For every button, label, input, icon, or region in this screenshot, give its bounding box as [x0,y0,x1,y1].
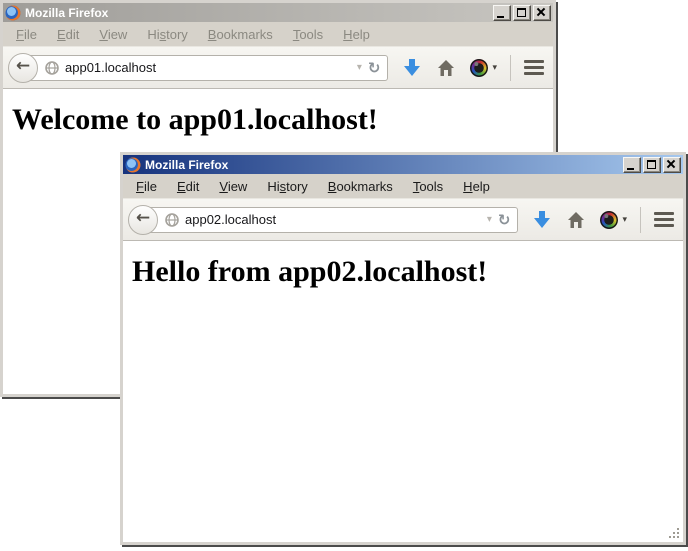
title-bar[interactable]: Mozilla Firefox [123,155,683,174]
color-wheel-icon [600,211,618,229]
download-arrow-icon [403,58,421,77]
url-bar[interactable]: app01.localhost ▾ ↻ [22,55,388,81]
resize-grip-icon[interactable] [668,527,682,541]
menu-item-file[interactable]: File [7,24,46,45]
home-icon [436,58,456,77]
firefox-logo-icon [125,157,141,173]
page-heading: Hello from app02.localhost! [132,255,674,289]
window-controls [623,157,681,173]
menu-bar: FileEditViewHistoryBookmarksToolsHelp [123,174,683,199]
home-icon [566,210,586,229]
minimize-button[interactable] [493,5,511,21]
menu-item-help[interactable]: Help [334,24,379,45]
window-title: Mozilla Firefox [25,6,489,20]
maximize-icon [647,160,656,169]
menu-item-edit[interactable]: Edit [48,24,88,45]
home-button[interactable] [566,210,586,229]
hamburger-menu-button[interactable] [652,210,676,229]
minimize-icon [497,16,504,18]
back-button[interactable]: ← [8,53,38,83]
back-button[interactable]: ← [128,205,158,235]
chevron-down-icon: ▾ [492,62,497,73]
page-content: Hello from app02.localhost! [123,241,683,542]
download-arrow-icon [533,210,551,229]
window-title: Mozilla Firefox [145,158,619,172]
minimize-icon [627,168,634,170]
globe-icon [45,61,59,75]
chevron-down-icon: ▾ [622,214,627,225]
firefox-logo-icon [5,5,21,21]
menu-item-file[interactable]: File [127,176,166,197]
maximize-icon [517,8,526,17]
url-bar[interactable]: app02.localhost ▾ ↻ [142,207,518,233]
menu-item-help[interactable]: Help [454,176,499,197]
download-button[interactable] [533,210,551,229]
home-button[interactable] [436,58,456,77]
minimize-button[interactable] [623,157,641,173]
title-bar[interactable]: Mozilla Firefox [3,3,553,22]
close-icon [664,158,680,172]
window-controls [493,5,551,21]
navigation-toolbar: ← app01.localhost ▾ ↻ ▾ [3,47,553,89]
url-text[interactable]: app02.localhost [185,212,481,227]
menu-item-history[interactable]: History [258,176,316,197]
menu-item-tools[interactable]: Tools [404,176,452,197]
close-button[interactable] [663,157,681,173]
maximize-button[interactable] [643,157,661,173]
menu-item-bookmarks[interactable]: Bookmarks [319,176,402,197]
close-icon [534,6,550,20]
browser-window-app02[interactable]: Mozilla Firefox FileEditViewHistoryBookm… [120,152,686,545]
color-wheel-icon [470,59,488,77]
download-button[interactable] [403,58,421,77]
menu-item-bookmarks[interactable]: Bookmarks [199,24,282,45]
reload-button[interactable]: ↻ [368,59,381,77]
menu-item-tools[interactable]: Tools [284,24,332,45]
back-arrow-icon: ← [136,210,150,227]
url-text[interactable]: app01.localhost [65,60,351,75]
hamburger-menu-button[interactable] [522,58,546,77]
reload-button[interactable]: ↻ [498,211,511,229]
page-heading: Welcome to app01.localhost! [12,103,544,137]
maximize-button[interactable] [513,5,531,21]
menu-item-view[interactable]: View [210,176,256,197]
toolbar-separator [510,55,511,81]
menu-bar: FileEditViewHistoryBookmarksToolsHelp [3,22,553,47]
urlbar-dropdown-icon[interactable]: ▾ [357,62,362,73]
menu-item-history[interactable]: History [138,24,196,45]
extension-button[interactable]: ▾ [600,211,627,229]
back-arrow-icon: ← [16,58,30,75]
navigation-toolbar: ← app02.localhost ▾ ↻ ▾ [123,199,683,241]
menu-item-edit[interactable]: Edit [168,176,208,197]
urlbar-dropdown-icon[interactable]: ▾ [487,214,492,225]
extension-button[interactable]: ▾ [470,59,497,77]
toolbar-separator [640,207,641,233]
menu-item-view[interactable]: View [90,24,136,45]
close-button[interactable] [533,5,551,21]
globe-icon [165,213,179,227]
